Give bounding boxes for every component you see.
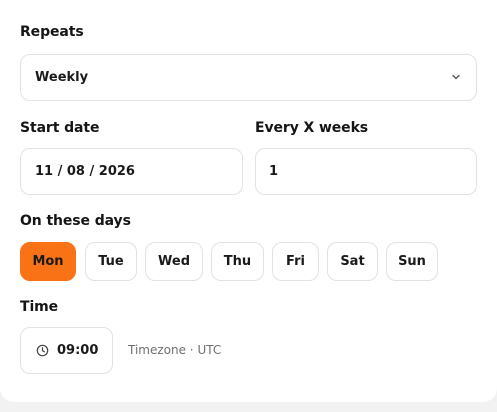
day-button-sun[interactable]: Sun bbox=[386, 242, 438, 281]
day-button-mon[interactable]: Mon bbox=[20, 242, 76, 281]
days-label: On these days bbox=[20, 213, 131, 229]
time-input[interactable]: 09:00 bbox=[20, 327, 113, 374]
day-button-fri[interactable]: Fri bbox=[272, 242, 319, 281]
timezone-text: Timezone · UTC bbox=[128, 343, 222, 357]
every-weeks-value: 1 bbox=[269, 164, 279, 179]
every-weeks-input[interactable]: 1 bbox=[255, 148, 477, 195]
day-button-tue[interactable]: Tue bbox=[85, 242, 137, 281]
repeats-select[interactable]: Weekly bbox=[20, 54, 477, 101]
time-label: Time bbox=[20, 299, 59, 315]
chevron-down-icon bbox=[452, 74, 460, 80]
time-value: 09:00 bbox=[57, 343, 99, 358]
start-date-input[interactable]: 11 / 08 / 2026 bbox=[20, 148, 243, 195]
every-weeks-label: Every X weeks bbox=[255, 120, 369, 136]
day-button-wed[interactable]: Wed bbox=[145, 242, 203, 281]
day-button-thu[interactable]: Thu bbox=[211, 242, 264, 281]
day-button-sat[interactable]: Sat bbox=[327, 242, 378, 281]
schedule-card: Repeats Weekly Start date 11 / 08 / 2026… bbox=[0, 0, 497, 402]
start-date-label: Start date bbox=[20, 120, 100, 136]
repeats-value: Weekly bbox=[35, 70, 89, 85]
start-date-value: 11 / 08 / 2026 bbox=[35, 164, 135, 179]
repeats-label: Repeats bbox=[20, 24, 84, 40]
clock-icon bbox=[36, 344, 49, 357]
